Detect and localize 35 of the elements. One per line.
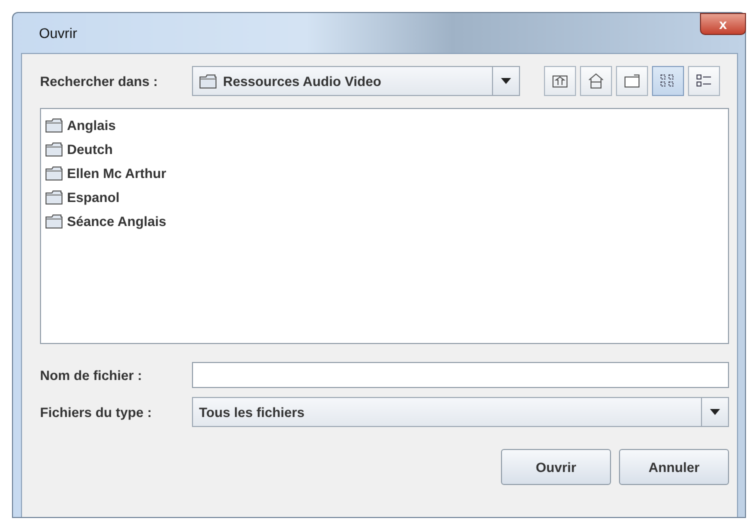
- look-in-value: Ressources Audio Video: [223, 74, 382, 88]
- toolbar-button[interactable]: [544, 66, 576, 96]
- folder-icon: [45, 118, 63, 132]
- list-view-icon: [660, 74, 674, 86]
- folder-item[interactable]: Séance Anglais: [67, 214, 166, 228]
- folder-icon: [199, 74, 217, 88]
- look-in-dropdown[interactable]: Ressources Audio Video: [192, 66, 520, 96]
- file-type-value: Tous les fichiers: [199, 404, 305, 420]
- file-name-label: Nom de fichier :: [40, 368, 144, 382]
- folder-item[interactable]: Deutch: [67, 142, 113, 156]
- dialog-button[interactable]: Ouvrir: [501, 449, 611, 485]
- file-name-field[interactable]: [192, 362, 729, 388]
- toolbar-button[interactable]: [688, 66, 720, 96]
- folder-icon: [45, 166, 63, 180]
- close-button[interactable]: x: [700, 13, 746, 35]
- folder-icon: [45, 142, 63, 156]
- home-icon: [588, 73, 604, 88]
- dropdown-arrow-icon: [710, 409, 720, 415]
- toolbar-button[interactable]: [616, 66, 648, 96]
- folder-item[interactable]: Ellen Mc Arthur: [67, 166, 166, 180]
- folder-item[interactable]: Anglais: [67, 118, 116, 132]
- dialog-button[interactable]: Annuler: [619, 449, 729, 485]
- folder-item[interactable]: Espanol: [67, 190, 120, 204]
- folder-icon: [45, 214, 63, 228]
- folder-icon: [45, 190, 63, 204]
- dropdown-arrow-icon: [501, 78, 511, 84]
- file-type-dropdown[interactable]: Tous les fichiers: [192, 397, 729, 427]
- details-view-icon: [696, 74, 712, 86]
- file-type-label: Fichiers du type :: [40, 404, 153, 420]
- folder-up-icon: [552, 76, 568, 88]
- toolbar-button[interactable]: [580, 66, 612, 96]
- toolbar-button[interactable]: [652, 66, 684, 96]
- folder-icon: [624, 74, 640, 88]
- look-in-label: Rechercher dans :: [40, 74, 159, 88]
- window-title: Ouvrir: [39, 25, 78, 41]
